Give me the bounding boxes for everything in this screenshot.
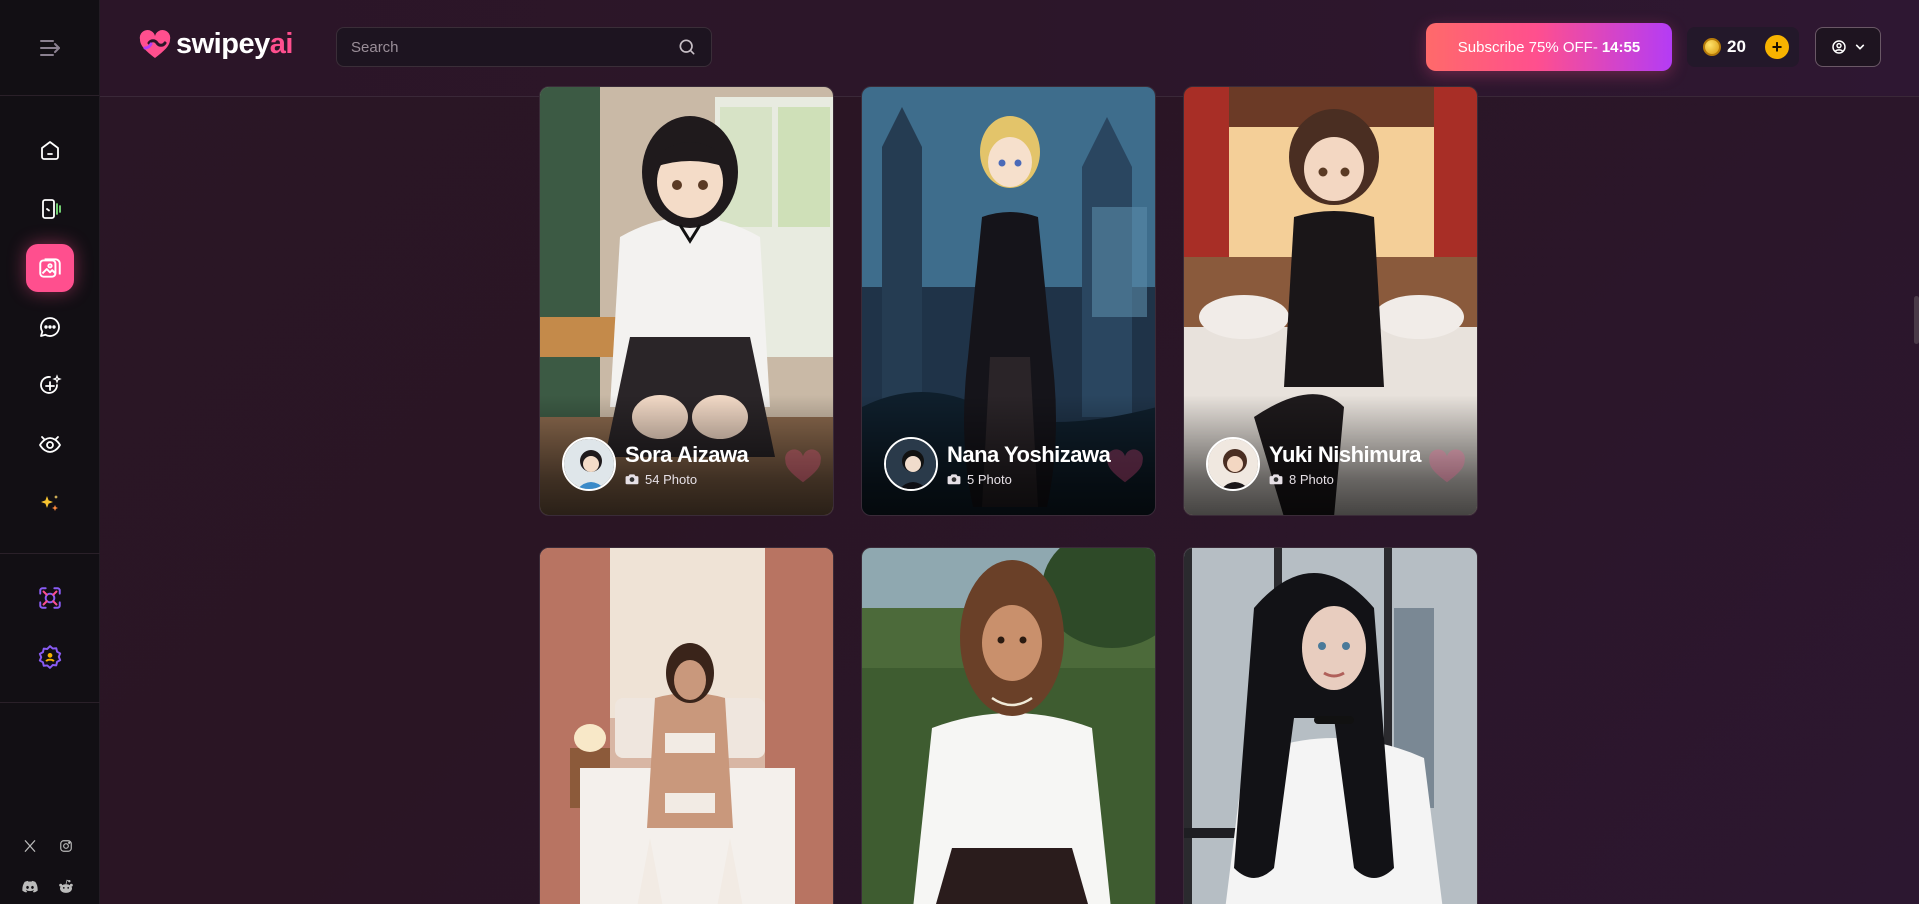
- chat-icon: [39, 317, 60, 337]
- watermark-logo-icon: [1107, 449, 1143, 483]
- discord-icon: [22, 880, 38, 892]
- sidebar: [0, 0, 100, 904]
- photo-count: 54 Photo: [625, 472, 748, 487]
- discord-link[interactable]: [18, 878, 42, 894]
- character-card[interactable]: Sora Aizawa 54 Photo: [539, 86, 834, 516]
- page-scrollbar[interactable]: [1914, 296, 1919, 344]
- avatar: [1206, 437, 1260, 491]
- home-icon: [40, 141, 59, 160]
- user-menu-button[interactable]: [1815, 27, 1881, 67]
- avatar: [884, 437, 938, 491]
- character-name: Nana Yoshizawa: [947, 441, 1111, 467]
- character-photo: [862, 548, 1155, 904]
- character-photo: [540, 548, 833, 904]
- photo-count-label: 5 Photo: [967, 471, 1012, 487]
- swipe-cards-icon: [41, 199, 61, 219]
- character-card[interactable]: [539, 547, 834, 904]
- sidebar-collapse-button[interactable]: [39, 38, 61, 58]
- sidebar-item-view[interactable]: [26, 421, 74, 469]
- reddit-link[interactable]: [54, 878, 78, 894]
- sidebar-nav: [0, 96, 100, 692]
- subscribe-timer: 14:55: [1601, 38, 1641, 56]
- x-link[interactable]: [18, 838, 42, 854]
- photo-count: 8 Photo: [1269, 472, 1421, 487]
- sidebar-item-create[interactable]: [26, 362, 74, 410]
- instagram-icon: [60, 840, 72, 852]
- sidebar-item-magic[interactable]: [26, 480, 74, 528]
- instagram-link[interactable]: [54, 838, 78, 854]
- add-coins-button[interactable]: +: [1765, 35, 1789, 59]
- coin-count: 20: [1727, 37, 1746, 56]
- sidebar-item-gallery[interactable]: [25, 244, 74, 292]
- gallery-icon: [38, 258, 61, 278]
- sidebar-header: [0, 0, 99, 96]
- sidebar-item-home[interactable]: [26, 126, 74, 174]
- coin-icon: [1703, 38, 1721, 56]
- card-info: Yuki Nishimura 8 Photo: [1206, 437, 1421, 491]
- character-photo: [1184, 548, 1477, 904]
- eye-icon: [38, 436, 61, 453]
- face-scan-icon: [38, 587, 61, 609]
- avatar: [562, 437, 616, 491]
- character-card[interactable]: [1183, 547, 1478, 904]
- character-name: Sora Aizawa: [625, 441, 749, 467]
- x-icon: [24, 840, 36, 852]
- photo-count: 5 Photo: [947, 472, 1110, 487]
- sidebar-item-premium[interactable]: [26, 633, 74, 681]
- card-info: Nana Yoshizawa 5 Photo: [884, 437, 1111, 491]
- social-links: [18, 838, 82, 894]
- watermark-logo-icon: [1429, 449, 1465, 483]
- brand-name: swipeyai: [176, 28, 293, 60]
- sidebar-item-chat[interactable]: [26, 303, 74, 351]
- character-card[interactable]: [861, 547, 1156, 904]
- coin-balance: 20 +: [1687, 27, 1799, 67]
- camera-icon: [947, 474, 961, 485]
- camera-icon: [1269, 474, 1283, 485]
- sidebar-divider-bottom: [0, 702, 100, 703]
- character-grid: Sora Aizawa 54 Photo Nana Yoshizawa 5 Ph…: [539, 0, 1479, 904]
- sidebar-divider: [0, 553, 100, 554]
- chevron-down-icon: [1855, 44, 1865, 50]
- photo-count-label: 8 Photo: [1289, 471, 1334, 487]
- brand-logo[interactable]: swipeyai: [138, 28, 293, 61]
- sparkles-icon: [40, 495, 58, 511]
- watermark-logo-icon: [785, 449, 821, 483]
- premium-badge-icon: [38, 645, 61, 669]
- character-name: Yuki Nishimura: [1269, 441, 1421, 467]
- collapse-menu-icon: [39, 39, 60, 56]
- reddit-icon: [59, 879, 73, 893]
- create-character-icon: [39, 374, 62, 394]
- sidebar-item-swipe[interactable]: [26, 185, 74, 233]
- heart-logo-icon: [139, 29, 171, 58]
- card-info: Sora Aizawa 54 Photo: [562, 437, 749, 491]
- character-card[interactable]: Nana Yoshizawa 5 Photo: [861, 86, 1156, 516]
- sidebar-item-face-scan[interactable]: [26, 574, 74, 622]
- user-circle-icon: [1832, 40, 1846, 54]
- character-card[interactable]: Yuki Nishimura 8 Photo: [1183, 86, 1478, 516]
- camera-icon: [625, 474, 639, 485]
- photo-count-label: 54 Photo: [645, 471, 698, 487]
